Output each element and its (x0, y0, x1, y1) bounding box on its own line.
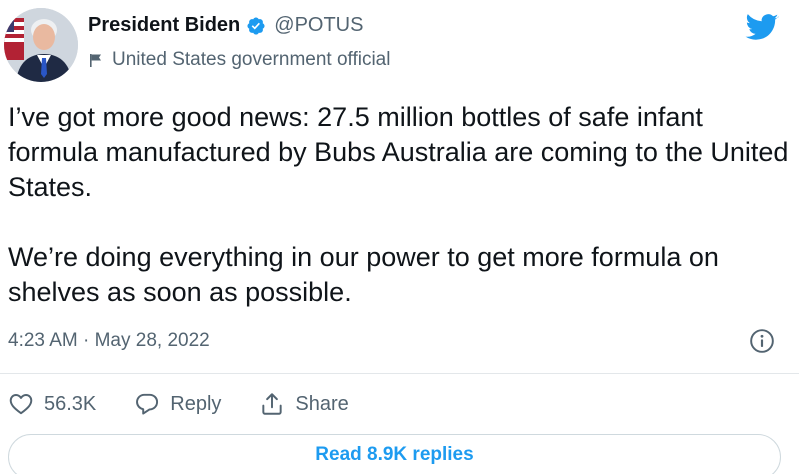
author-name-row: President Biden @POTUS (88, 14, 363, 37)
avatar[interactable] (4, 8, 78, 82)
share-label: Share (295, 392, 349, 415)
read-replies-button[interactable]: Read 8.9K replies (8, 434, 781, 474)
avatar-image (4, 8, 78, 82)
speech-bubble-icon (134, 391, 160, 417)
reply-label: Reply (170, 392, 222, 415)
verified-badge-icon (246, 16, 266, 36)
tweet-text: I’ve got more good news: 27.5 million bo… (8, 100, 793, 310)
read-replies-label: Read 8.9K replies (315, 444, 474, 465)
like-button[interactable]: 56.3K (8, 391, 96, 417)
share-button[interactable]: Share (259, 391, 349, 417)
twitter-bird-icon[interactable] (745, 14, 779, 42)
heart-icon (8, 391, 34, 417)
government-official-label: United States government official (112, 49, 391, 70)
tweet-header: President Biden @POTUS United States gov… (0, 0, 799, 90)
author-handle[interactable]: @POTUS (274, 14, 363, 37)
tweet-timestamp[interactable]: 4:23 AM · May 28, 2022 (8, 330, 210, 352)
like-count: 56.3K (44, 392, 97, 415)
tweet-paragraph: I’ve got more good news: 27.5 million bo… (8, 102, 789, 202)
tweet-meta: 4:23 AM · May 28, 2022 (8, 330, 210, 352)
flag-icon (88, 52, 104, 68)
divider (0, 373, 799, 374)
info-icon[interactable] (749, 328, 775, 354)
tweet-actions: 56.3K Reply Share (8, 388, 387, 420)
share-upload-icon (259, 391, 285, 417)
tweet-paragraph: We’re doing everything in our power to g… (8, 242, 719, 307)
government-label-row: United States government official (88, 49, 390, 71)
reply-button[interactable]: Reply (134, 391, 221, 417)
author-display-name[interactable]: President Biden (88, 14, 240, 37)
